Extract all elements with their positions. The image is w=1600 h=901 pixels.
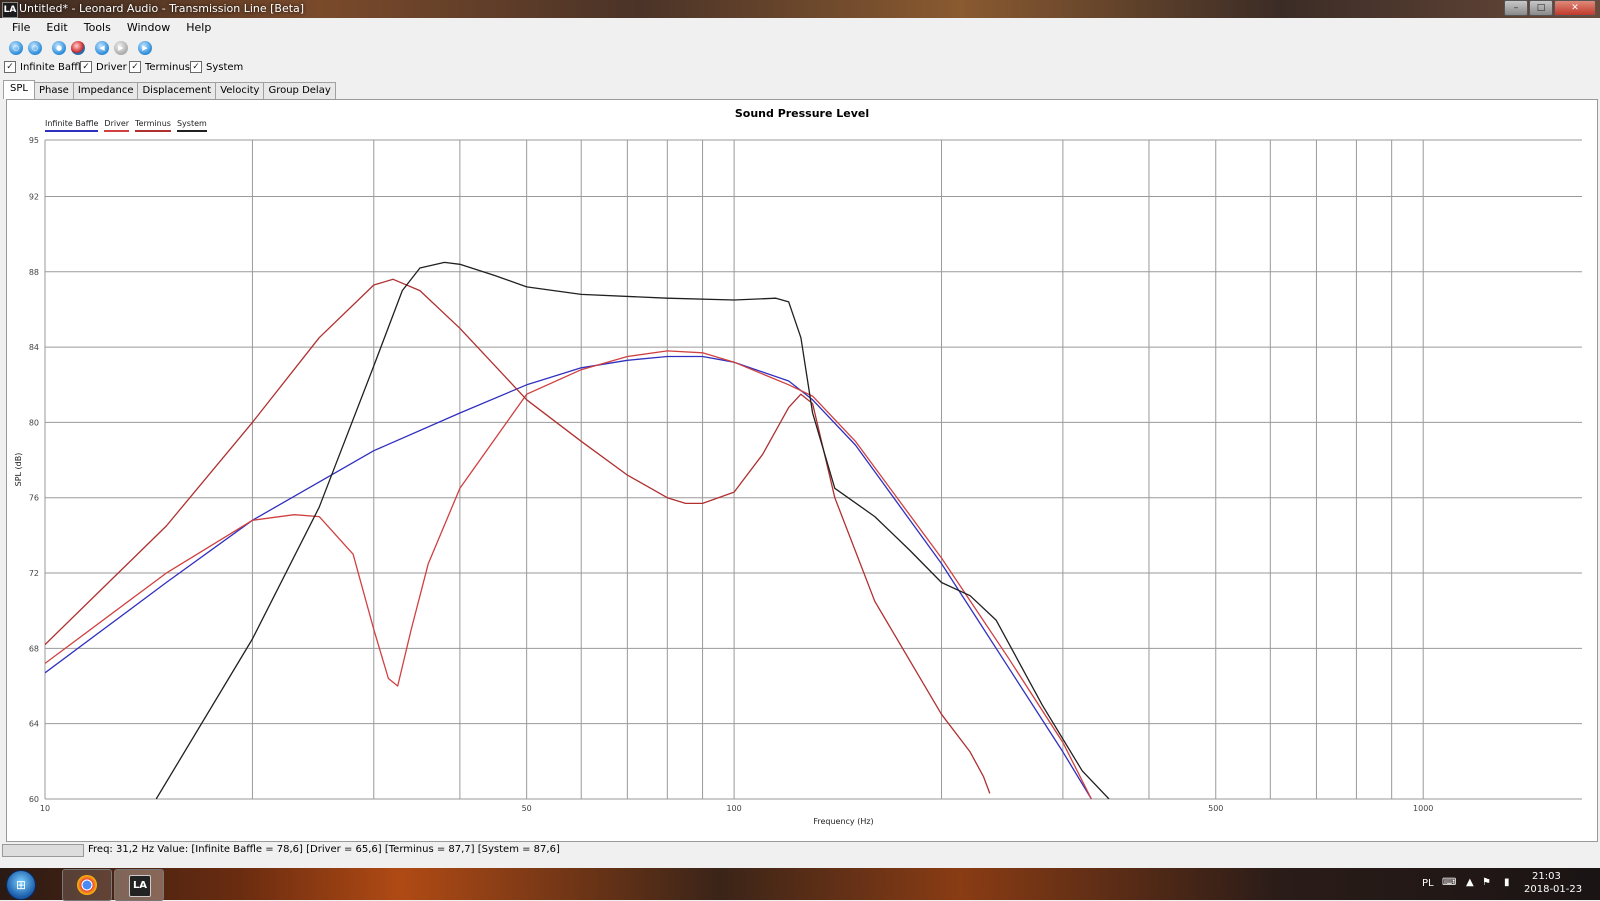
y-tick-label: 68 bbox=[29, 644, 39, 653]
taskbar: ⊞ LA PL ⌨ ▲ ⚑ ▮ 21:03 2018-01-23 bbox=[0, 868, 1600, 901]
x-tick-label: 1000 bbox=[1413, 804, 1433, 813]
y-tick-label: 88 bbox=[29, 268, 39, 277]
x-tick-label: 100 bbox=[726, 804, 741, 813]
clock-date[interactable]: 2018-01-23 bbox=[1524, 884, 1582, 895]
language-indicator[interactable]: PL bbox=[1422, 878, 1434, 889]
y-tick-label: 64 bbox=[29, 720, 39, 729]
status-text: Freq: 31,2 Hz Value: [Infinite Baffle = … bbox=[88, 844, 560, 855]
la-logo-icon: LA bbox=[129, 875, 151, 897]
status-bar: Freq: 31,2 Hz Value: [Infinite Baffle = … bbox=[0, 843, 1600, 857]
clock-time[interactable]: 21:03 bbox=[1532, 871, 1561, 882]
y-tick-label: 76 bbox=[29, 494, 39, 503]
x-tick-label: 50 bbox=[522, 804, 532, 813]
x-tick-label: 500 bbox=[1208, 804, 1223, 813]
y-axis-label: SPL (dB) bbox=[14, 453, 23, 487]
y-tick-label: 84 bbox=[29, 343, 39, 352]
y-tick-label: 60 bbox=[29, 795, 39, 804]
keyboard-icon[interactable]: ⌨ bbox=[1442, 877, 1456, 888]
chrome-logo-icon bbox=[77, 875, 97, 895]
start-button[interactable]: ⊞ bbox=[6, 870, 36, 900]
series-line-system bbox=[155, 261, 1110, 799]
x-tick-label: 10 bbox=[40, 804, 50, 813]
chrome-icon[interactable] bbox=[62, 869, 112, 901]
progress-bar bbox=[2, 844, 84, 857]
y-tick-label: 72 bbox=[29, 569, 39, 578]
flag-icon[interactable]: ⚑ bbox=[1482, 877, 1491, 888]
series-line-terminus bbox=[45, 278, 991, 794]
system-tray: PL ⌨ ▲ ⚑ ▮ 21:03 2018-01-23 bbox=[1400, 868, 1600, 900]
y-tick-label: 95 bbox=[29, 136, 39, 145]
tray-expand-icon[interactable]: ▲ bbox=[1466, 877, 1474, 888]
spl-plot[interactable]: 95 92 88 84 80 76 72 68 64 6010 50 100 500 1000 Freque… bbox=[0, 0, 1600, 840]
signal-icon[interactable]: ▮ bbox=[1504, 877, 1510, 888]
leonard-audio-icon[interactable]: LA bbox=[114, 869, 164, 901]
y-tick-label: 80 bbox=[29, 418, 39, 427]
x-axis-label: Frequency (Hz) bbox=[813, 817, 873, 826]
y-tick-label: 92 bbox=[29, 192, 39, 201]
